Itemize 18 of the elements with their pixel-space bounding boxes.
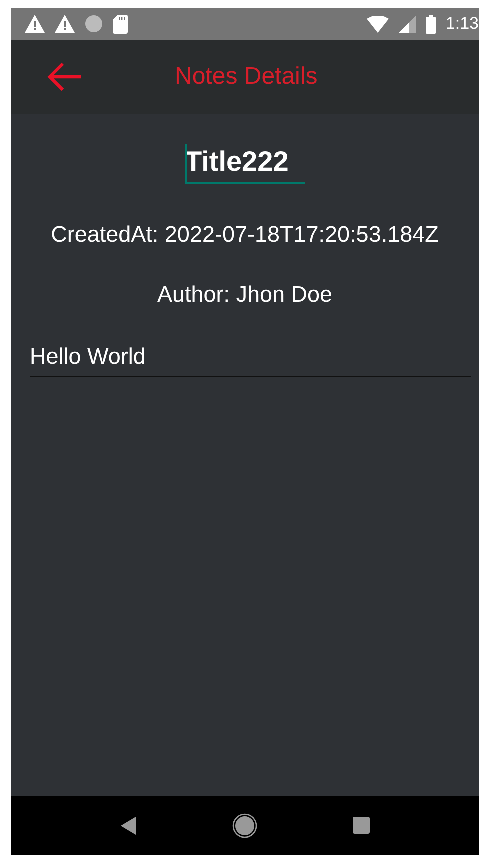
title-field[interactable]: Title222 <box>185 144 305 184</box>
back-arrow-icon <box>47 62 81 92</box>
note-body-field[interactable]: Hello World <box>30 344 471 377</box>
created-at-text: CreatedAt: 2022-07-18T17:20:53.184Z <box>51 222 439 248</box>
battery-icon <box>426 14 436 34</box>
circle-icon <box>85 15 103 33</box>
wifi-icon <box>366 16 389 32</box>
screen-title: Notes Details <box>175 63 318 91</box>
warning-icon <box>55 15 75 33</box>
text-cursor <box>185 144 187 182</box>
signal-icon <box>398 16 416 32</box>
warning-icon <box>25 15 45 33</box>
sd-card-icon <box>113 14 128 34</box>
status-time: 1:13 <box>446 14 479 34</box>
recents-nav-button[interactable] <box>352 817 370 834</box>
author-text: Author: Jhon Doe <box>157 282 333 308</box>
home-nav-button[interactable] <box>232 812 258 838</box>
back-nav-button[interactable] <box>120 816 136 834</box>
